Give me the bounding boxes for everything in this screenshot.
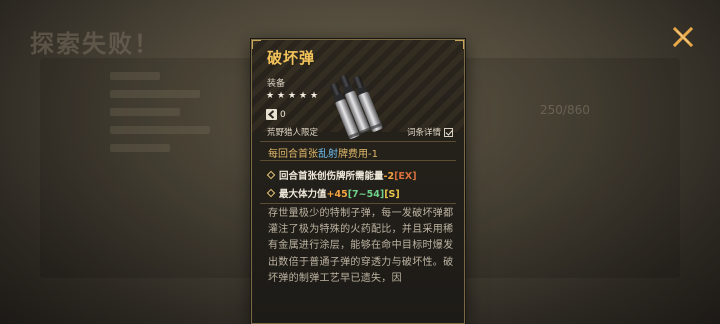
effect-line: 最大体力值+45[7~54][S] xyxy=(266,186,400,200)
card-name: 破坏弹 xyxy=(267,49,316,67)
restriction-label: 荒野猎人限定 xyxy=(267,128,319,138)
effect-range: [7~54] xyxy=(347,189,385,200)
effect-tag: [S] xyxy=(384,189,400,200)
background-counter: 250/860 xyxy=(540,103,590,117)
star-icon: ★ xyxy=(310,91,319,101)
effect-value: +45 xyxy=(326,189,348,200)
effect-line: 回合首张创伤牌所需能量-2[EX] xyxy=(266,168,417,182)
checkbox-checked-icon[interactable] xyxy=(444,127,454,137)
close-x-icon xyxy=(672,26,694,48)
card-corner xyxy=(455,40,464,49)
background-line xyxy=(110,144,170,152)
lore-text: 存世量极少的特制子弹，每一发破坏弹都灌注了极为特殊的火药配比，并且采用稀有金属进… xyxy=(268,208,454,284)
rarity-stars: ★ ★ ★ ★ ★ xyxy=(266,92,319,101)
effect-value: -2 xyxy=(383,171,395,182)
diamond-bullet-icon xyxy=(266,188,276,198)
close-button[interactable] xyxy=(670,24,696,50)
star-icon: ★ xyxy=(288,91,297,101)
background-line xyxy=(110,90,200,98)
divider xyxy=(260,141,456,142)
divider xyxy=(260,160,456,161)
divider xyxy=(260,203,456,204)
effect-tag: [EX] xyxy=(394,171,417,182)
effect-text: 最大体力值 xyxy=(279,189,327,200)
detail-toggle[interactable]: 词条详情 xyxy=(407,126,454,138)
main-effect-prefix: 每回合首张 xyxy=(268,149,318,160)
effect-text: 回合首张创伤牌所需能量 xyxy=(279,171,384,182)
energy-cost-icon xyxy=(266,109,277,120)
background-title: 探索失败！ xyxy=(30,30,160,58)
star-icon: ★ xyxy=(299,91,308,101)
background-line xyxy=(110,126,210,134)
star-icon: ★ xyxy=(277,91,286,101)
diamond-bullet-icon xyxy=(266,170,276,180)
bullet-cartridge-art xyxy=(330,74,383,140)
item-card: 破坏弹 装备 ★ ★ ★ ★ ★ 0 荒野猎人限定 词条详情 每回合首张乱射牌费… xyxy=(251,39,465,324)
star-icon: ★ xyxy=(266,91,275,101)
detail-toggle-label: 词条详情 xyxy=(407,128,442,138)
main-effect-suffix: 牌费用-1 xyxy=(338,149,378,160)
main-effect: 每回合首张乱射牌费用-1 xyxy=(268,145,378,160)
background-line xyxy=(110,108,180,116)
main-effect-keyword: 乱射 xyxy=(318,149,338,160)
card-corner xyxy=(252,40,261,49)
card-type: 装备 xyxy=(267,79,286,89)
cost-row: 0 xyxy=(266,109,286,120)
cost-value: 0 xyxy=(280,109,286,120)
background-line xyxy=(110,72,160,80)
